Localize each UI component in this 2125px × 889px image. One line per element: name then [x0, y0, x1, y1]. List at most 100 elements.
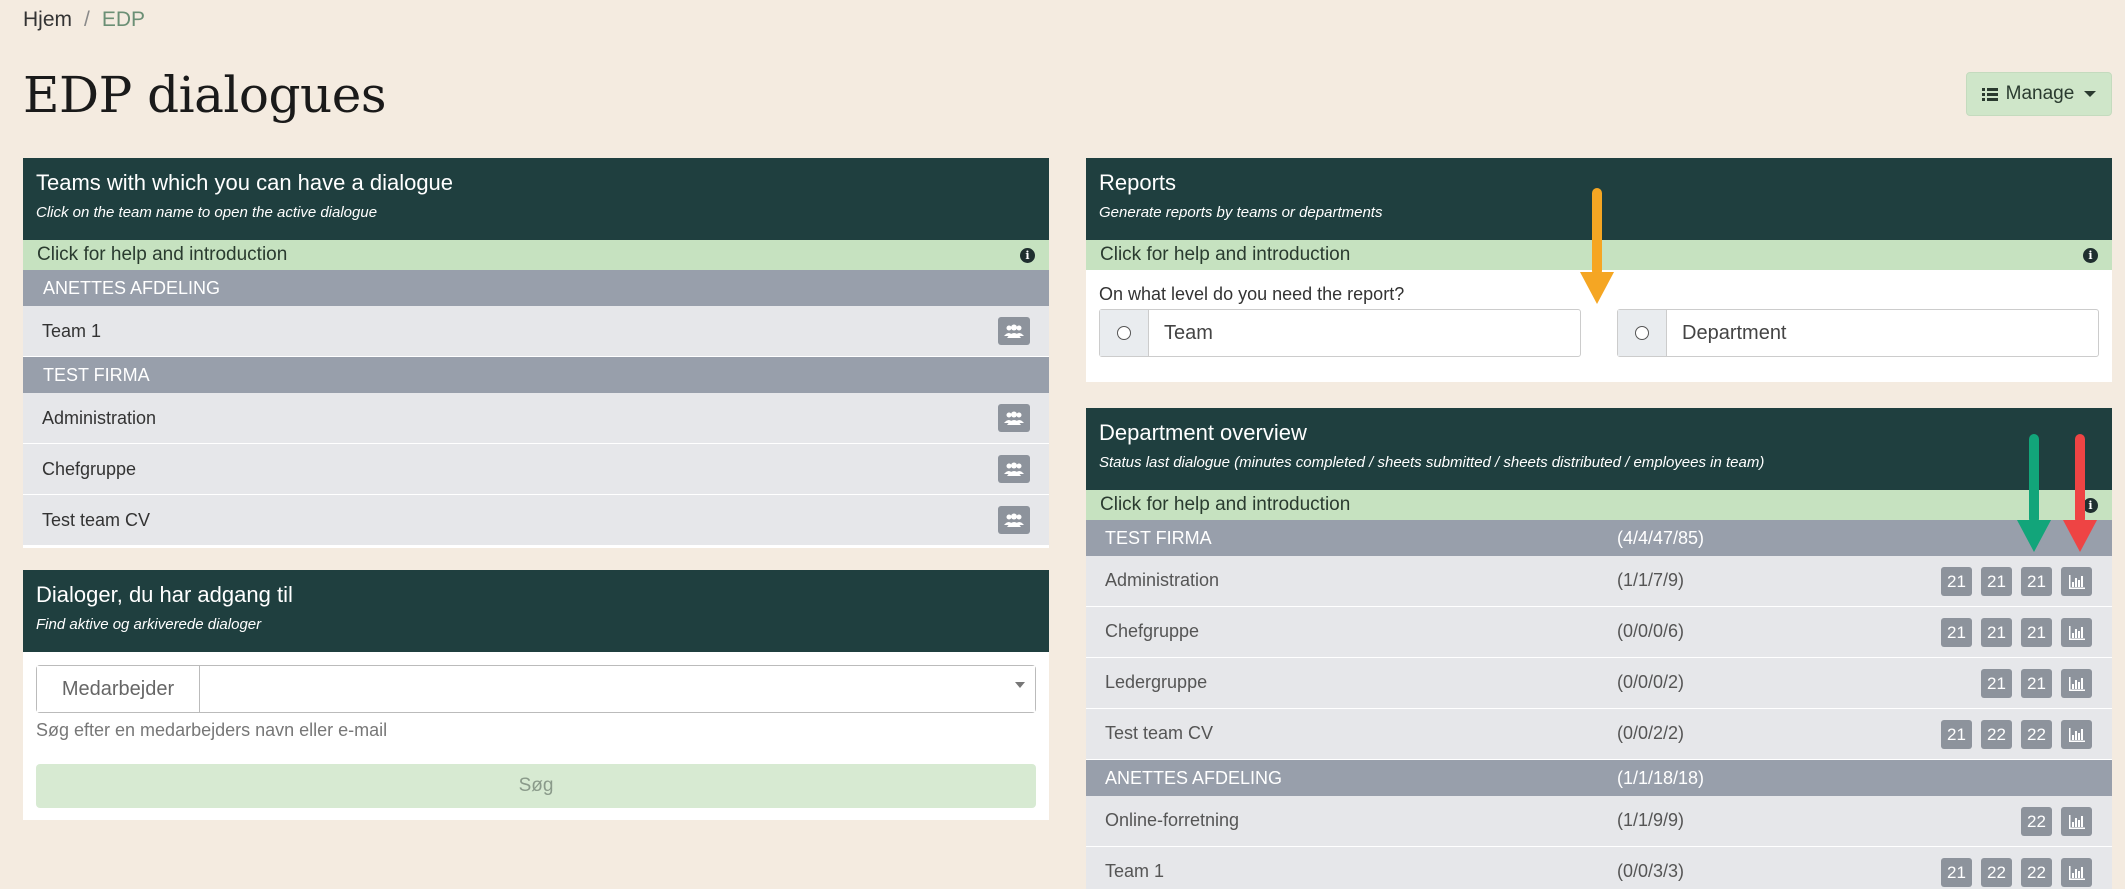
- radio-button[interactable]: [1618, 310, 1667, 356]
- radio-department-option[interactable]: Department: [1617, 309, 2099, 357]
- dialogs-card-title: Dialoger, du har adgang til: [36, 582, 293, 607]
- dialogue-year-badge[interactable]: 22: [2021, 858, 2052, 887]
- teams-help-bar[interactable]: Click for help and introduction i: [23, 240, 1049, 270]
- bar-chart-icon[interactable]: [2061, 618, 2092, 647]
- bar-chart-icon[interactable]: [2061, 858, 2092, 887]
- department-group-status: (1/1/18/18): [1617, 768, 1705, 788]
- team-group-icon[interactable]: [998, 404, 1030, 432]
- dialogue-year-badge[interactable]: 21: [2021, 567, 2052, 596]
- info-icon: i: [2083, 247, 2098, 263]
- department-row-status: (1/1/9/9): [1617, 810, 1685, 830]
- team-row[interactable]: Team 1: [23, 306, 1049, 357]
- help-label: Click for help and introduction: [37, 244, 288, 265]
- dialogue-badges: 21 21 21: [1941, 567, 2092, 596]
- dialogue-year-badge[interactable]: 22: [2021, 720, 2052, 749]
- dialogue-badges: 21 21: [1981, 669, 2092, 698]
- dialogs-card: Dialoger, du har adgang til Find aktive …: [23, 570, 1049, 820]
- help-label: Click for help and introduction: [1100, 244, 1351, 265]
- teams-card-header: Teams with which you can have a dialogue…: [23, 158, 1049, 240]
- dialogue-year-badge[interactable]: 21: [1981, 567, 2012, 596]
- help-label: Click for help and introduction: [1100, 494, 1351, 515]
- department-row-status: (0/0/2/2): [1617, 723, 1685, 743]
- department-row-name: Online-forretning: [1105, 810, 1240, 830]
- team-row[interactable]: Test team CV: [23, 495, 1049, 546]
- overview-card: Department overview Status last dialogue…: [1086, 408, 2112, 889]
- team-row[interactable]: Administration: [23, 393, 1049, 444]
- employee-search-group: Medarbejder: [36, 665, 1036, 713]
- dialogue-year-badge[interactable]: 22: [1981, 858, 2012, 887]
- department-row-name: Team 1: [1105, 861, 1165, 881]
- department-row: Team 1 (0/0/3/3) 21 22 22: [1086, 847, 2112, 889]
- breadcrumb-current: EDP: [101, 8, 146, 31]
- department-row-status: (0/0/3/3): [1617, 861, 1685, 881]
- radio-label: Team: [1164, 321, 1213, 344]
- department-row-name: Administration: [1105, 570, 1220, 590]
- dialogue-year-badge[interactable]: 21: [1941, 567, 1972, 596]
- breadcrumb: Hjem / EDP: [23, 8, 145, 32]
- overview-card-header: Department overview Status last dialogue…: [1086, 408, 2112, 490]
- dialogue-year-badge[interactable]: 21: [2021, 618, 2052, 647]
- teams-card-subtitle: Click on the team name to open the activ…: [36, 204, 378, 221]
- caret-down-icon: [1015, 682, 1025, 688]
- employee-select[interactable]: [200, 666, 1035, 712]
- department-row-status: (0/0/0/2): [1617, 672, 1685, 692]
- department-group-status: (4/4/47/85): [1617, 528, 1705, 548]
- department-row: Chefgruppe (0/0/0/6) 21 21 21: [1086, 607, 2112, 658]
- dialogue-year-badge[interactable]: 21: [1941, 618, 1972, 647]
- dialogue-year-badge[interactable]: 21: [2021, 669, 2052, 698]
- overview-card-title: Department overview: [1099, 420, 1307, 445]
- bar-chart-icon[interactable]: [2061, 567, 2092, 596]
- arrow-down-icon: [1580, 188, 1614, 304]
- page-title: EDP dialogues: [23, 66, 386, 124]
- manage-label: Manage: [2005, 83, 2075, 104]
- bar-chart-icon[interactable]: [2061, 807, 2092, 836]
- dialogue-year-badge[interactable]: 21: [1981, 669, 2012, 698]
- overview-card-subtitle: Status last dialogue (minutes completed …: [1099, 454, 1765, 471]
- team-name[interactable]: Chefgruppe: [42, 459, 136, 480]
- employee-field-label: Medarbejder: [37, 666, 200, 712]
- team-group-icon[interactable]: [998, 506, 1030, 534]
- dialogue-year-badge[interactable]: 21: [1941, 858, 1972, 887]
- team-name[interactable]: Test team CV: [42, 510, 150, 531]
- team-group-header: TEST FIRMA: [23, 357, 1049, 393]
- team-row[interactable]: Chefgruppe: [23, 444, 1049, 495]
- dialogue-badges: 21 21 21: [1941, 618, 2092, 647]
- department-group-header: TEST FIRMA (4/4/47/85): [1086, 520, 2112, 556]
- dialogue-year-badge[interactable]: 21: [1981, 618, 2012, 647]
- arrow-down-icon: [2063, 434, 2097, 552]
- overview-help-bar[interactable]: Click for help and introduction i: [1086, 490, 2112, 520]
- dialogue-year-badge[interactable]: 22: [1981, 720, 2012, 749]
- dialogue-badges: 22: [2021, 807, 2092, 836]
- dialogs-card-header: Dialoger, du har adgang til Find aktive …: [23, 570, 1049, 652]
- department-row-status: (1/1/7/9): [1617, 570, 1685, 590]
- department-group-name: ANETTES AFDELING: [1105, 768, 1283, 788]
- bar-chart-icon[interactable]: [2061, 720, 2092, 749]
- search-hint: Søg efter en medarbejders navn eller e-m…: [36, 720, 388, 740]
- radio-button[interactable]: [1100, 310, 1149, 356]
- radio-label: Department: [1682, 321, 1787, 344]
- team-name[interactable]: Team 1: [42, 321, 101, 342]
- team-group-icon[interactable]: [998, 317, 1030, 345]
- list-icon: [1981, 87, 1998, 101]
- breadcrumb-home-link[interactable]: Hjem: [23, 8, 72, 31]
- search-button[interactable]: Søg: [36, 764, 1036, 808]
- manage-dropdown-button[interactable]: Manage: [1966, 72, 2112, 116]
- department-row-name: Ledergruppe: [1105, 672, 1208, 692]
- team-name[interactable]: Administration: [42, 408, 156, 429]
- dialogue-badges: 21 22 22: [1941, 858, 2092, 887]
- department-row-status: (0/0/0/6): [1617, 621, 1685, 641]
- dialogue-year-badge[interactable]: 21: [1941, 720, 1972, 749]
- department-row: Online-forretning (1/1/9/9) 22: [1086, 796, 2112, 847]
- bar-chart-icon[interactable]: [2061, 669, 2092, 698]
- team-group-header: ANETTES AFDELING: [23, 270, 1049, 306]
- department-row: Test team CV (0/0/2/2) 21 22 22: [1086, 709, 2112, 760]
- department-group-header: ANETTES AFDELING (1/1/18/18): [1086, 760, 2112, 796]
- teams-card: Teams with which you can have a dialogue…: [23, 158, 1049, 548]
- radio-team-option[interactable]: Team: [1099, 309, 1581, 357]
- department-row-name: Chefgruppe: [1105, 621, 1200, 641]
- caret-down-icon: [2084, 91, 2097, 97]
- info-icon: i: [1020, 247, 1035, 263]
- department-row-name: Test team CV: [1105, 723, 1214, 743]
- dialogue-year-badge[interactable]: 22: [2021, 807, 2052, 836]
- team-group-icon[interactable]: [998, 455, 1030, 483]
